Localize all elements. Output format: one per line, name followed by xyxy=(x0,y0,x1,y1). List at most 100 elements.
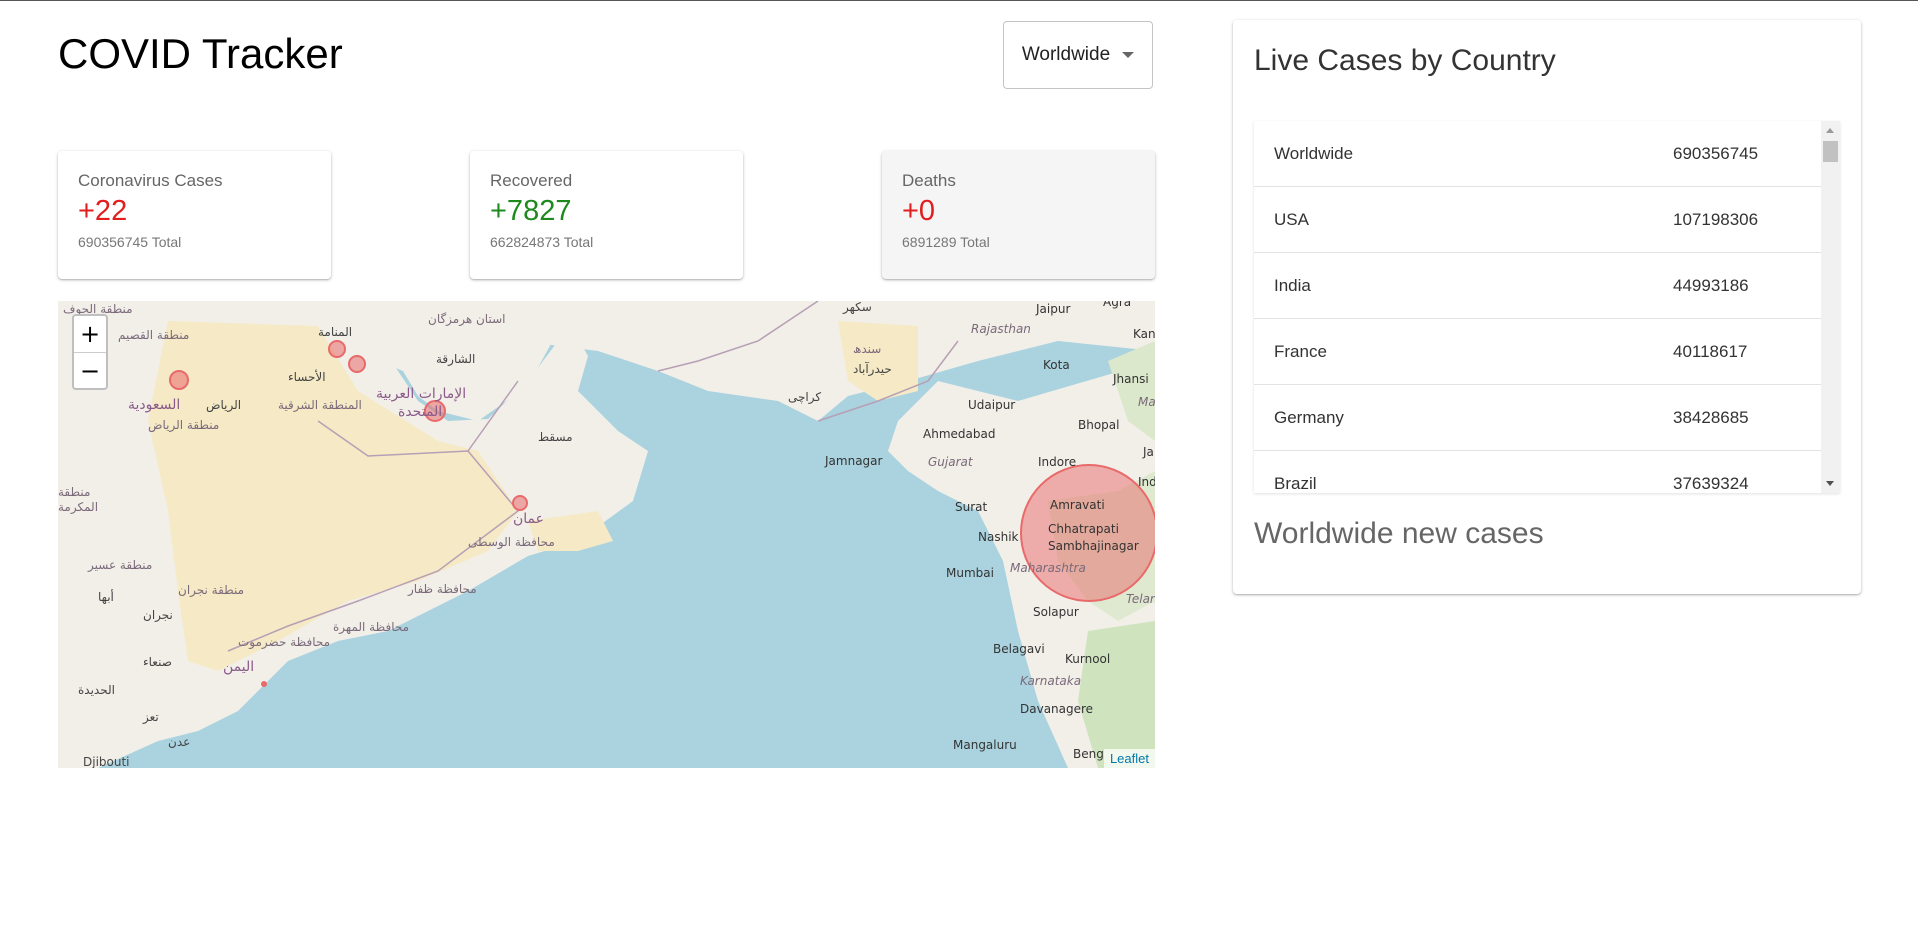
map-label: استان هرمزگان xyxy=(428,312,505,327)
cases-value: +22 xyxy=(78,195,128,227)
table-row: France 40118617 xyxy=(1254,319,1840,385)
map-label: محافظة الوسطى xyxy=(468,535,555,550)
map-label: سندھ xyxy=(853,342,881,356)
cases-card[interactable]: Coronavirus Cases +22 690356745 Total xyxy=(58,151,331,279)
map-attribution-link[interactable]: Leaflet xyxy=(1103,749,1155,768)
scroll-down-icon[interactable] xyxy=(1826,481,1834,486)
map-label: Jamnagar xyxy=(824,454,883,468)
map-label: مسقط xyxy=(538,430,573,444)
map-label: Belagavi xyxy=(993,642,1045,656)
map-label: Davanagere xyxy=(1020,702,1093,716)
window-top-border xyxy=(0,0,1918,1)
cases-label: Coronavirus Cases xyxy=(78,171,223,190)
map-label: محافظة ظفار xyxy=(407,582,477,597)
country-cases: 107198306 xyxy=(1673,209,1759,229)
map-label: Chhatrapati xyxy=(1048,522,1119,536)
cases-total: 690356745 Total xyxy=(78,234,182,250)
live-cases-title: Live Cases by Country xyxy=(1254,44,1556,77)
zoom-in-button[interactable]: + xyxy=(74,316,106,353)
map-label: المتحدة xyxy=(398,404,442,420)
map-label: المكرمة xyxy=(58,500,98,515)
map[interactable]: منطقة القصيم منطقة الجوف السعودية الرياض… xyxy=(58,301,1155,768)
scroll-up-icon[interactable] xyxy=(1826,128,1834,133)
map-label: Jhansi xyxy=(1112,372,1149,386)
map-label: Beng xyxy=(1073,747,1104,761)
chevron-down-icon xyxy=(1122,52,1135,58)
map-label: Telan xyxy=(1126,592,1155,606)
map-label: السعودية xyxy=(128,397,180,413)
recovered-total: 662824873 Total xyxy=(490,234,594,250)
country-name: USA xyxy=(1274,209,1309,229)
recovered-value: +7827 xyxy=(490,195,572,227)
map-label: حیدرآباد xyxy=(853,361,892,377)
deaths-card[interactable]: Deaths +0 6891289 Total xyxy=(882,151,1155,279)
country-name: Germany xyxy=(1274,407,1344,427)
map-label: منطقة xyxy=(58,485,90,499)
deaths-value: +0 xyxy=(902,195,936,227)
zoom-control: + − xyxy=(72,314,108,390)
live-cases-table[interactable]: Worldwide 690356745 USA 107198306 India … xyxy=(1254,121,1840,493)
app-title: COVID Tracker xyxy=(58,30,343,77)
map-label: کراچی xyxy=(788,390,821,405)
map-label: Rajasthan xyxy=(971,322,1031,336)
map-label: عمان xyxy=(513,511,544,527)
map-label: أبها xyxy=(98,589,114,604)
map-label: نجران xyxy=(143,608,173,623)
map-label: Nashik xyxy=(978,530,1019,544)
map-label: الرياض xyxy=(206,398,241,413)
map-label: Bhopal xyxy=(1078,418,1119,432)
map-label: Ma xyxy=(1138,395,1155,409)
map-label: Ind xyxy=(1138,475,1155,489)
map-label: Ja xyxy=(1142,445,1154,459)
map-label: Maharashtra xyxy=(1010,561,1086,575)
map-label: الأحساء xyxy=(288,369,326,384)
recovered-label: Recovered xyxy=(490,171,573,190)
map-label: الإمارات العربية xyxy=(376,386,466,402)
table-row: Worldwide 690356745 xyxy=(1254,121,1840,187)
scroll-thumb[interactable] xyxy=(1823,141,1838,162)
map-label: Gujarat xyxy=(928,455,974,469)
country-cases: 38428685 xyxy=(1673,407,1749,427)
map-label: Karnataka xyxy=(1020,674,1081,688)
map-label: صنعاء xyxy=(143,655,172,669)
table-row: Germany 38428685 xyxy=(1254,385,1840,451)
country-cases: 40118617 xyxy=(1673,341,1748,361)
map-label: Kota xyxy=(1043,358,1070,372)
recovered-card[interactable]: Recovered +7827 662824873 Total xyxy=(470,151,743,279)
map-label: Kan xyxy=(1133,327,1155,341)
map-label: اليمن xyxy=(223,659,254,675)
table-row: USA 107198306 xyxy=(1254,187,1840,253)
map-label: المنطقة الشرقية xyxy=(278,398,362,413)
map-label: Amravati xyxy=(1050,498,1105,512)
table-row: India 44993186 xyxy=(1254,253,1840,319)
map-label: تعز xyxy=(142,710,159,725)
map-label: محافظة المهرة xyxy=(333,620,409,635)
map-tiles: منطقة القصيم منطقة الجوف السعودية الرياض… xyxy=(58,301,1155,768)
country-cases: 690356745 xyxy=(1673,143,1759,163)
map-label: Sambhajinagar xyxy=(1048,539,1139,553)
table-scrollbar[interactable] xyxy=(1821,121,1840,493)
map-label: الشارقة xyxy=(436,352,475,367)
map-label: محافظة حضرموت xyxy=(238,635,330,650)
map-label: Udaipur xyxy=(968,398,1015,412)
map-label: Djibouti xyxy=(83,755,130,768)
map-label: المنامة xyxy=(318,325,352,339)
zoom-out-button[interactable]: − xyxy=(74,353,106,389)
country-select[interactable]: Worldwide xyxy=(1003,21,1153,89)
country-name: Worldwide xyxy=(1274,143,1354,163)
country-cases: 44993186 xyxy=(1673,275,1749,295)
map-label: Mumbai xyxy=(946,566,994,580)
map-label: منطقة نجران xyxy=(178,583,244,598)
chart-title: Worldwide new cases xyxy=(1254,517,1544,550)
country-name: Brazil xyxy=(1274,473,1317,493)
map-label: Mangaluru xyxy=(953,738,1017,752)
map-label: Indore xyxy=(1038,455,1076,469)
map-label: منطقة الرياض xyxy=(148,418,219,433)
country-name: France xyxy=(1274,341,1327,361)
deaths-total: 6891289 Total xyxy=(902,234,990,250)
map-label: Solapur xyxy=(1033,605,1079,619)
table-row: Brazil 37639324 xyxy=(1254,451,1840,493)
map-label: سکھر xyxy=(842,301,872,315)
map-label: منطقة عسير xyxy=(87,558,152,573)
map-label: Kurnool xyxy=(1065,652,1110,666)
